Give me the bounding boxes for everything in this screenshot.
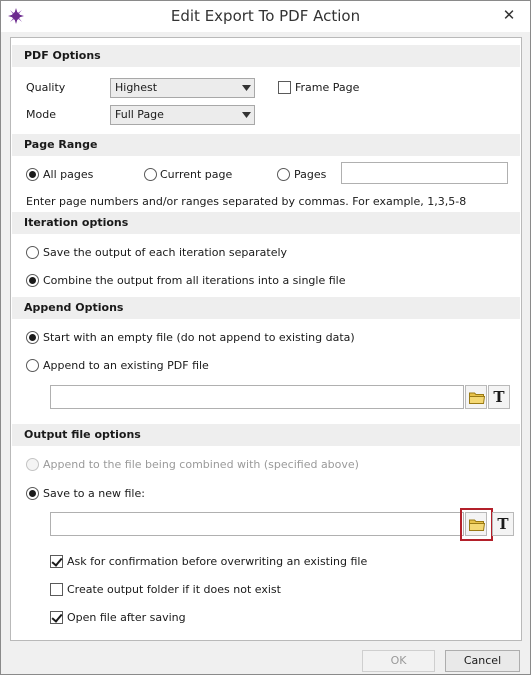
append-existing-radio[interactable] — [26, 359, 39, 372]
iteration-separate-radio[interactable] — [26, 246, 39, 259]
iteration-combine-radio[interactable] — [26, 274, 39, 287]
all-pages-label: All pages — [43, 168, 94, 181]
section-append-options: Append Options — [12, 297, 520, 319]
output-save-new-label: Save to a new file: — [43, 487, 145, 500]
ok-button[interactable]: OK — [362, 650, 435, 672]
current-page-label: Current page — [160, 168, 233, 181]
append-text-token-icon[interactable]: T — [488, 385, 510, 409]
browse-highlight-box — [460, 508, 493, 541]
append-file-path-input[interactable] — [50, 385, 464, 409]
current-page-radio[interactable] — [144, 168, 157, 181]
quality-select[interactable]: Highest — [110, 78, 255, 98]
section-page-range: Page Range — [12, 134, 520, 156]
folder-icon — [469, 392, 485, 404]
dialog-title: Edit Export To PDF Action — [170, 7, 361, 25]
quality-value: Highest — [115, 81, 158, 94]
page-range-hint: Enter page numbers and/or ranges separat… — [26, 195, 467, 208]
section-pdf-options: PDF Options — [12, 45, 520, 67]
all-pages-radio[interactable] — [26, 168, 39, 181]
chevron-down-icon — [242, 112, 251, 118]
quality-label: Quality — [26, 81, 66, 94]
section-iteration-options: Iteration options — [12, 212, 520, 234]
output-append-combined-label: Append to the file being combined with (… — [43, 458, 359, 471]
iteration-separate-label: Save the output of each iteration separa… — [43, 246, 288, 259]
confirm-overwrite-label: Ask for confirmation before overwriting … — [67, 555, 368, 568]
mode-value: Full Page — [115, 108, 164, 121]
output-append-combined-radio — [26, 458, 39, 471]
close-icon[interactable]: ✕ — [500, 6, 518, 24]
frame-page-checkbox[interactable] — [278, 81, 291, 94]
mode-label: Mode — [26, 108, 56, 121]
options-panel: PDF Options Quality Highest Frame Page M… — [10, 37, 522, 641]
output-file-path-input[interactable] — [50, 512, 464, 536]
open-after-checkbox[interactable] — [50, 611, 63, 624]
output-save-new-radio[interactable] — [26, 487, 39, 500]
create-folder-checkbox[interactable] — [50, 583, 63, 596]
title-bar: Edit Export To PDF Action ✕ — [1, 1, 530, 32]
dialog-window: Edit Export To PDF Action ✕ PDF Options … — [0, 0, 531, 675]
iteration-combine-label: Combine the output from all iterations i… — [43, 274, 346, 287]
open-after-label: Open file after saving — [67, 611, 186, 624]
section-output-options: Output file options — [12, 424, 520, 446]
cancel-button[interactable]: Cancel — [445, 650, 520, 672]
mode-select[interactable]: Full Page — [110, 105, 255, 125]
pages-input[interactable] — [341, 162, 508, 184]
pages-radio[interactable] — [277, 168, 290, 181]
create-folder-label: Create output folder if it does not exis… — [67, 583, 281, 596]
append-browse-button[interactable] — [465, 385, 487, 409]
pages-label: Pages — [294, 168, 327, 181]
append-empty-label: Start with an empty file (do not append … — [43, 331, 355, 344]
append-empty-radio[interactable] — [26, 331, 39, 344]
frame-page-label: Frame Page — [295, 81, 360, 94]
chevron-down-icon — [242, 85, 251, 91]
append-existing-label: Append to an existing PDF file — [43, 359, 209, 372]
confirm-overwrite-checkbox[interactable] — [50, 555, 63, 568]
output-text-token-icon[interactable]: T — [492, 512, 514, 536]
